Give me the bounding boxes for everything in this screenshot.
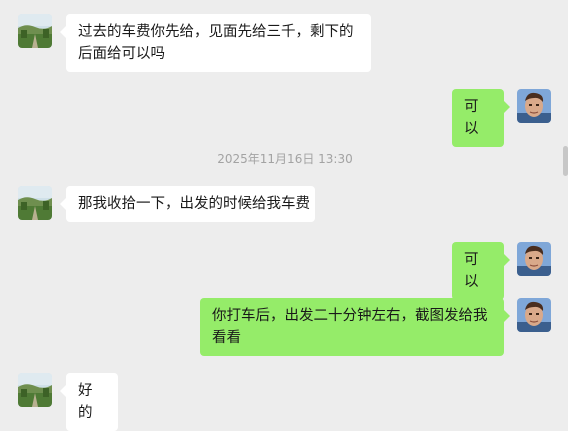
person-avatar-icon bbox=[517, 89, 551, 123]
message-timestamp: 2025年11月16日 13:30 bbox=[217, 152, 353, 166]
scrollbar-thumb[interactable] bbox=[563, 146, 568, 176]
person-avatar-icon bbox=[517, 242, 551, 276]
self-avatar[interactable] bbox=[517, 89, 551, 123]
message-bubble-outgoing[interactable]: 可以 bbox=[452, 242, 510, 300]
contact-avatar[interactable] bbox=[18, 373, 52, 407]
contact-avatar[interactable] bbox=[18, 186, 52, 220]
self-avatar[interactable] bbox=[517, 298, 551, 332]
landscape-avatar-icon bbox=[18, 14, 52, 48]
message-bubble-outgoing[interactable]: 可以 bbox=[452, 89, 510, 147]
message-bubble-outgoing[interactable]: 你打车后，出发二十分钟左右，截图发给我看看 bbox=[200, 298, 510, 356]
message-bubble-incoming[interactable]: 好的 bbox=[60, 373, 118, 431]
landscape-avatar-icon bbox=[18, 186, 52, 220]
message-bubble-incoming[interactable]: 那我收拾一下，出发的时候给我车费 bbox=[60, 186, 315, 222]
message-bubble-incoming[interactable]: 过去的车费你先给，见面先给三千，剩下的后面给可以吗 bbox=[60, 14, 371, 72]
chat-message-list[interactable]: 过去的车费你先给，见面先给三千，剩下的后面给可以吗 可以 2025年11月16日… bbox=[0, 0, 568, 431]
self-avatar[interactable] bbox=[517, 242, 551, 276]
contact-avatar[interactable] bbox=[18, 14, 52, 48]
person-avatar-icon bbox=[517, 298, 551, 332]
landscape-avatar-icon bbox=[18, 373, 52, 407]
